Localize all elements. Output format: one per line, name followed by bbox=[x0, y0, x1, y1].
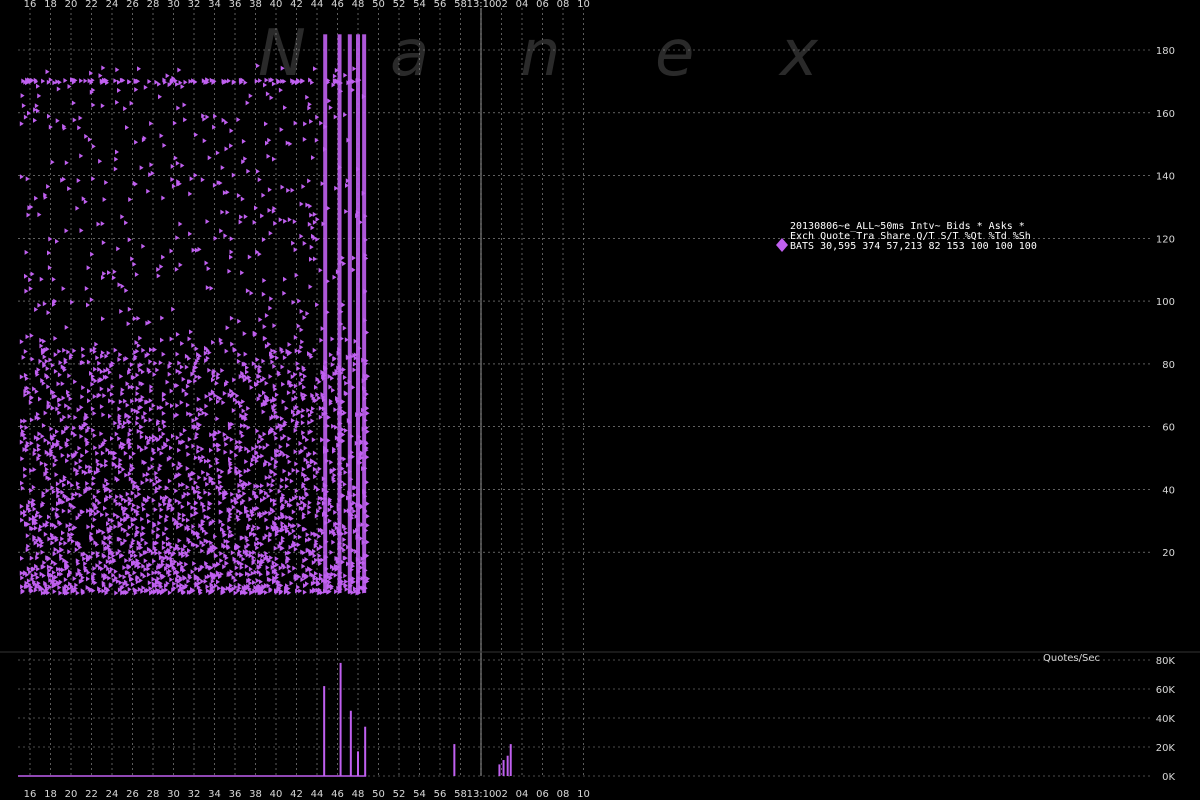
volume-spike bbox=[349, 710, 352, 776]
y-tick-label: 160 bbox=[1156, 109, 1175, 120]
x-tick-label: 06 bbox=[536, 789, 549, 800]
x-tick-label: 04 bbox=[516, 789, 529, 800]
volume-spike bbox=[364, 726, 367, 776]
x-tick-label: 56 bbox=[434, 789, 447, 800]
volume-spike bbox=[357, 751, 359, 776]
burst-column bbox=[323, 34, 328, 594]
x-tick-label: 16 bbox=[24, 0, 37, 10]
x-tick-label: 56 bbox=[434, 0, 447, 10]
x-tick-label: 13:10 bbox=[467, 0, 496, 10]
x-tick-label: 26 bbox=[126, 0, 139, 10]
x-tick-label: 30 bbox=[167, 789, 180, 800]
x-tick-label: 38 bbox=[249, 0, 262, 10]
x-tick-label: 20 bbox=[65, 789, 78, 800]
x-tick-label: 42 bbox=[290, 789, 303, 800]
x-tick-label: 06 bbox=[536, 0, 549, 10]
x-tick-label: 22 bbox=[85, 0, 98, 10]
chart-background bbox=[0, 0, 1200, 800]
x-tick-label: 08 bbox=[557, 789, 570, 800]
x-tick-label: 44 bbox=[311, 789, 324, 800]
x-tick-label: 36 bbox=[229, 789, 242, 800]
x-tick-label: 54 bbox=[413, 0, 426, 10]
x-tick-label: 24 bbox=[106, 789, 119, 800]
x-tick-label: 26 bbox=[126, 789, 139, 800]
y-tick-label: 80 bbox=[1162, 360, 1175, 371]
burst-column bbox=[337, 34, 342, 594]
x-tick-label: 28 bbox=[147, 789, 160, 800]
x-tick-label: 32 bbox=[188, 789, 201, 800]
x-tick-label: 18 bbox=[44, 789, 57, 800]
x-tick-label: 48 bbox=[352, 789, 365, 800]
x-tick-label: 46 bbox=[331, 789, 344, 800]
watermark-letter: n bbox=[520, 17, 561, 91]
x-tick-label: 02 bbox=[495, 789, 508, 800]
x-tick-label: 20 bbox=[65, 0, 78, 10]
x-tick-label: 48 bbox=[352, 0, 365, 10]
x-tick-label: 16 bbox=[24, 789, 37, 800]
y-tick-label: 120 bbox=[1156, 234, 1175, 245]
y-tick-label: 40 bbox=[1162, 485, 1175, 496]
y-tick-label: 0K bbox=[1162, 772, 1175, 783]
volume-spike bbox=[498, 764, 501, 776]
x-tick-label: 02 bbox=[495, 0, 508, 10]
burst-column bbox=[356, 34, 360, 594]
x-tick-label: 30 bbox=[167, 0, 180, 10]
x-tick-label: 58 bbox=[454, 789, 467, 800]
x-tick-label: 50 bbox=[372, 0, 385, 10]
x-tick-label: 38 bbox=[249, 789, 262, 800]
x-tick-label: 40 bbox=[270, 789, 283, 800]
x-tick-label: 52 bbox=[393, 0, 406, 10]
x-tick-label: 24 bbox=[106, 0, 119, 10]
volume-spike bbox=[323, 686, 326, 776]
x-tick-label: 34 bbox=[208, 0, 221, 10]
x-tick-label: 10 bbox=[577, 789, 590, 800]
y-tick-label: 60 bbox=[1162, 423, 1175, 434]
x-tick-label: 04 bbox=[516, 0, 529, 10]
volume-spike bbox=[453, 744, 456, 776]
y-tick-label: 80K bbox=[1156, 656, 1176, 667]
x-tick-label: 22 bbox=[85, 789, 98, 800]
y-tick-label: 100 bbox=[1156, 297, 1175, 308]
y-tick-label: 40K bbox=[1156, 714, 1176, 725]
y-tick-label: 60K bbox=[1156, 685, 1176, 696]
x-tick-label: 10 bbox=[577, 0, 590, 10]
x-tick-label: 46 bbox=[331, 0, 344, 10]
watermark-letter: e bbox=[655, 17, 694, 91]
legend-row: BATS 30,595 374 57,213 82 153 100 100 10… bbox=[790, 241, 1037, 252]
legend: 20130806~e_ALL~50ms Intv~ Bids * Asks * … bbox=[776, 221, 1037, 252]
volume-spike bbox=[509, 744, 512, 776]
volume-axis-label: Quotes/Sec bbox=[1043, 653, 1100, 664]
x-tick-label: 36 bbox=[229, 0, 242, 10]
x-tick-label: 34 bbox=[208, 789, 221, 800]
y-tick-label: 20 bbox=[1162, 548, 1175, 559]
watermark-letter: x bbox=[778, 17, 819, 91]
x-tick-label: 58 bbox=[454, 0, 467, 10]
y-tick-label: 140 bbox=[1156, 172, 1175, 183]
x-tick-label: 13:10 bbox=[467, 789, 496, 800]
y-tick-label: 180 bbox=[1156, 46, 1175, 57]
x-tick-label: 50 bbox=[372, 789, 385, 800]
x-tick-label: 54 bbox=[413, 789, 426, 800]
x-tick-label: 42 bbox=[290, 0, 303, 10]
x-tick-label: 44 bbox=[311, 0, 324, 10]
burst-column bbox=[362, 34, 367, 594]
x-tick-label: 28 bbox=[147, 0, 160, 10]
x-tick-label: 40 bbox=[270, 0, 283, 10]
burst-column bbox=[347, 34, 352, 594]
y-tick-label: 20K bbox=[1156, 743, 1176, 754]
x-tick-label: 08 bbox=[557, 0, 570, 10]
volume-spike bbox=[506, 755, 509, 776]
watermark-letter: a bbox=[390, 17, 429, 91]
volume-spike bbox=[339, 662, 342, 776]
x-tick-label: 52 bbox=[393, 789, 406, 800]
x-tick-label: 18 bbox=[44, 0, 57, 10]
volume-spike bbox=[502, 760, 505, 776]
chart-canvas: N a n e x 16 18 20 22 24 26 28 30 32 34 36 38 40 42 44… bbox=[0, 0, 1200, 800]
x-tick-label: 32 bbox=[188, 0, 201, 10]
